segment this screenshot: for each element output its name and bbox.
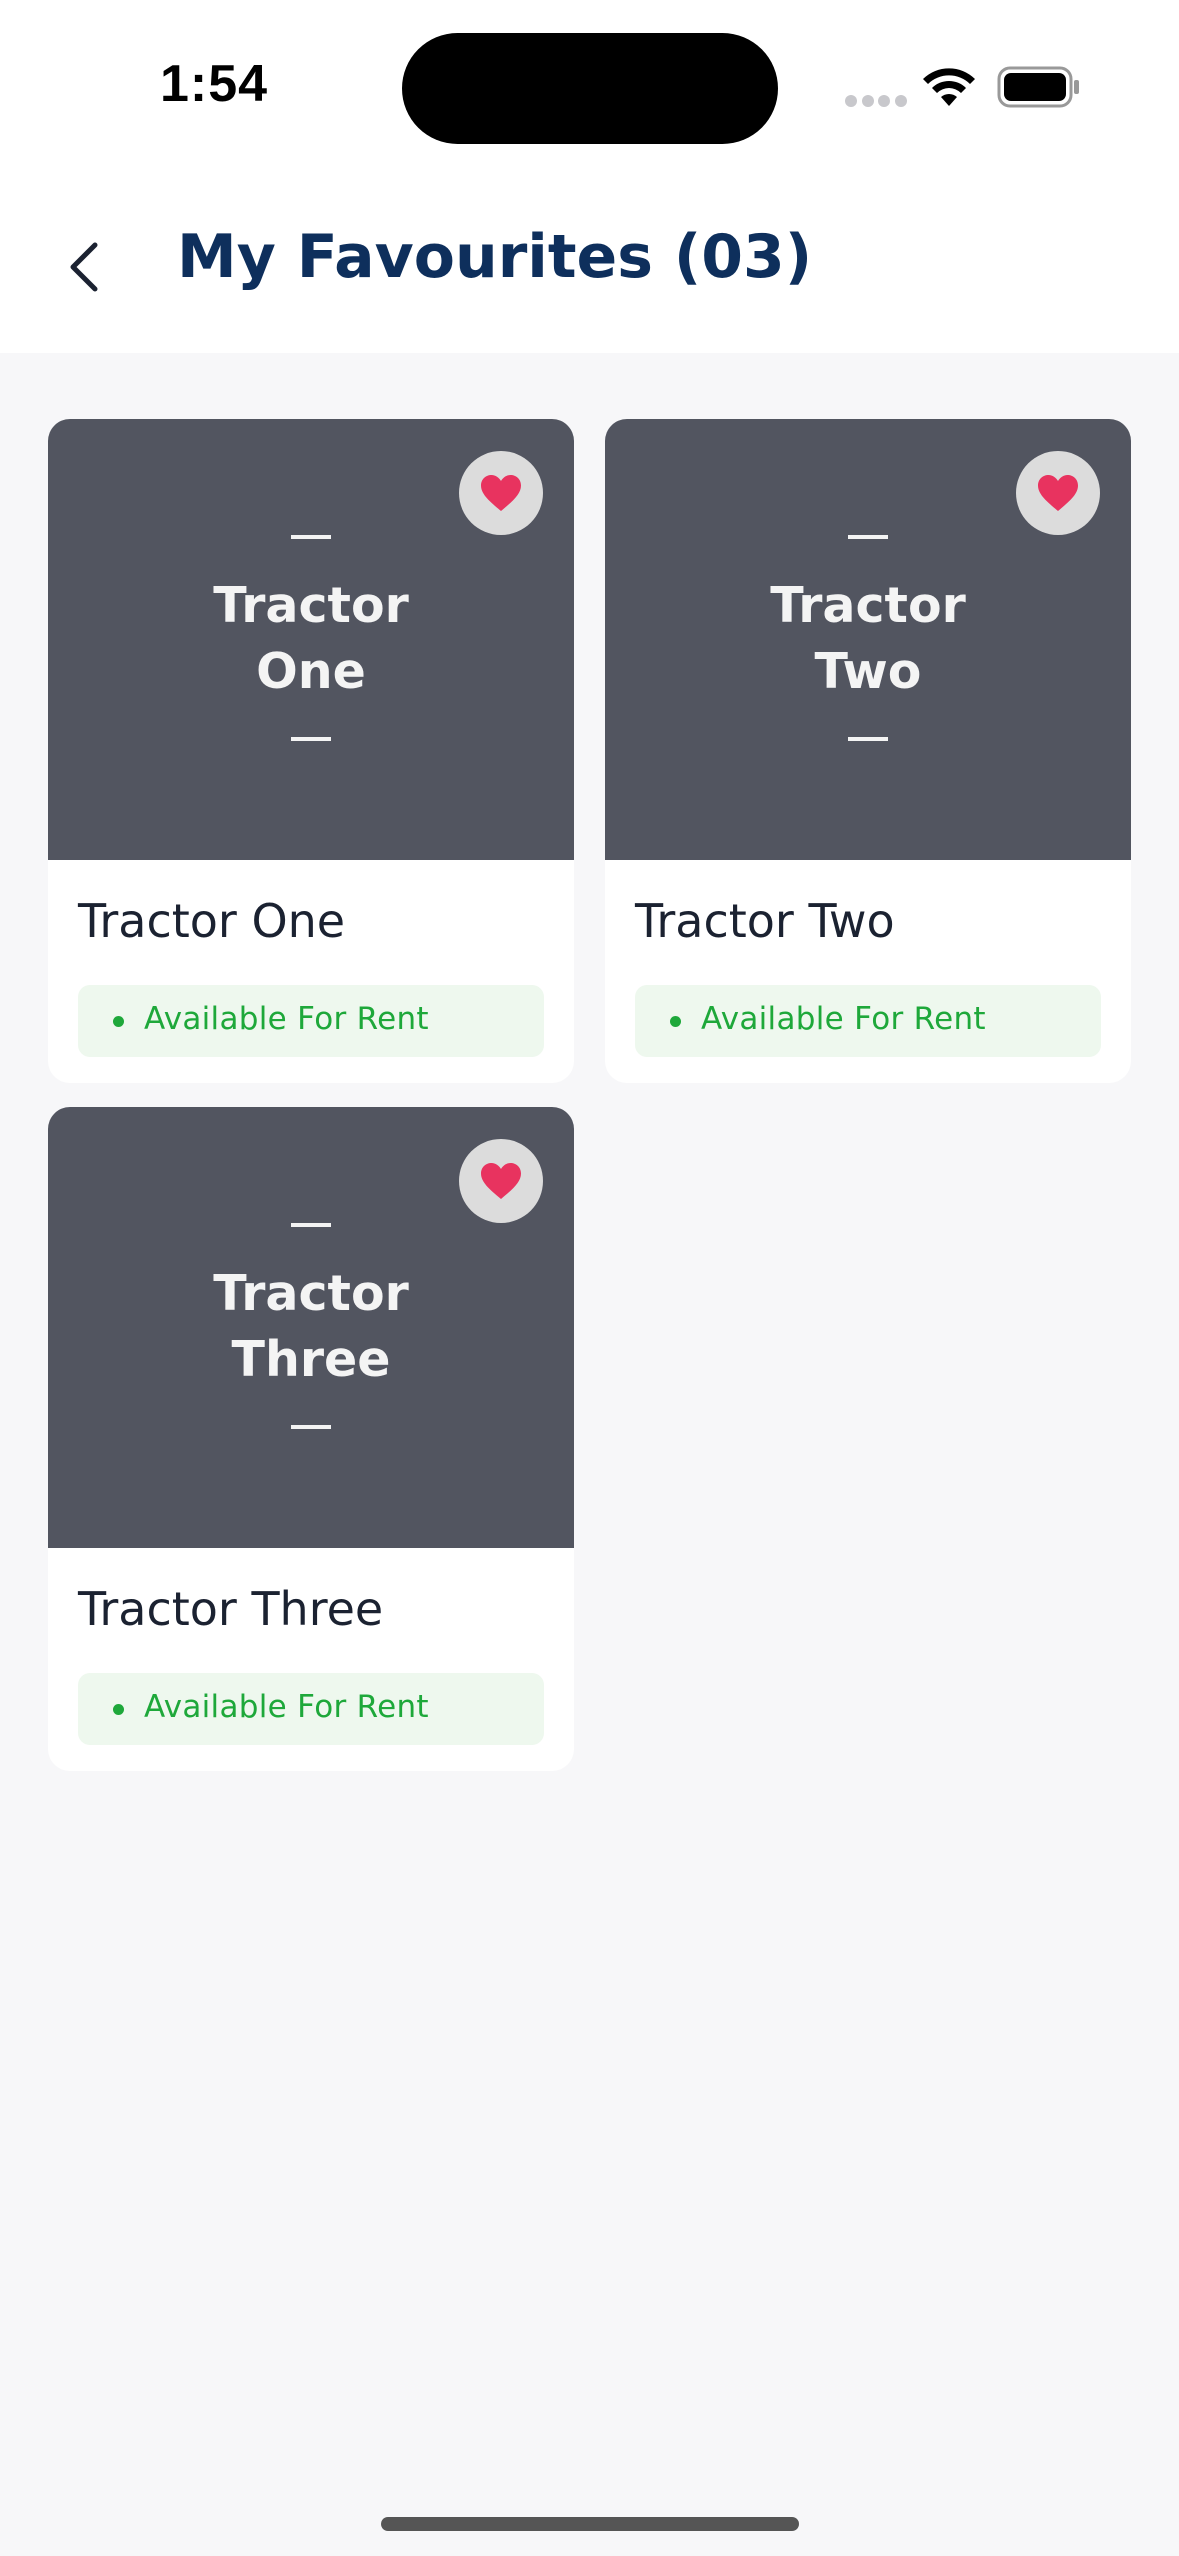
status-dot: [113, 1704, 124, 1715]
back-button[interactable]: [50, 227, 120, 307]
tractor-name: Tractor Two: [635, 894, 895, 948]
availability-label: Available For Rent: [701, 1001, 986, 1037]
tractor-name: Tractor Three: [78, 1582, 384, 1636]
image-label-line1: Tractor: [213, 577, 409, 634]
favourite-toggle-button[interactable]: [459, 1139, 543, 1223]
favourite-card[interactable]: Tractor One Tractor One Available For Re…: [48, 419, 574, 1083]
image-dash-top: [291, 1223, 331, 1227]
status-bar: 1:54: [0, 0, 1179, 180]
cellular-signal-icon: [845, 95, 907, 107]
status-dot: [670, 1016, 681, 1027]
image-dash-top: [848, 535, 888, 539]
page-title: My Favourites (03): [177, 222, 813, 292]
availability-badge: Available For Rent: [635, 985, 1101, 1057]
status-time: 1:54: [160, 55, 269, 113]
chevron-left-icon: [70, 242, 98, 292]
dynamic-island: [402, 33, 778, 144]
availability-label: Available For Rent: [144, 1001, 429, 1037]
availability-label: Available For Rent: [144, 1689, 429, 1725]
availability-badge: Available For Rent: [78, 985, 544, 1057]
favourite-card[interactable]: Tractor Three Tractor Three Available Fo…: [48, 1107, 574, 1771]
home-indicator[interactable]: [381, 2517, 799, 2531]
app-header: My Favourites (03): [0, 180, 1179, 353]
heart-icon: [481, 1163, 521, 1199]
favourite-toggle-button[interactable]: [459, 451, 543, 535]
image-dash-bottom: [291, 737, 331, 741]
image-label-line1: Tractor: [213, 1265, 409, 1322]
image-label-line1: Tractor: [770, 577, 966, 634]
battery-icon: [997, 66, 1079, 108]
image-label-line2: One: [256, 643, 366, 700]
image-dash-bottom: [848, 737, 888, 741]
tractor-name: Tractor One: [78, 894, 346, 948]
heart-icon: [481, 475, 521, 511]
image-dash-bottom: [291, 1425, 331, 1429]
favourite-toggle-button[interactable]: [1016, 451, 1100, 535]
status-dot: [113, 1016, 124, 1027]
favourite-card[interactable]: Tractor Two Tractor Two Available For Re…: [605, 419, 1131, 1083]
wifi-icon: [923, 68, 975, 106]
image-label-line2: Two: [814, 643, 922, 700]
availability-badge: Available For Rent: [78, 1673, 544, 1745]
image-label-line2: Three: [231, 1331, 391, 1388]
image-dash-top: [291, 535, 331, 539]
heart-icon: [1038, 475, 1078, 511]
